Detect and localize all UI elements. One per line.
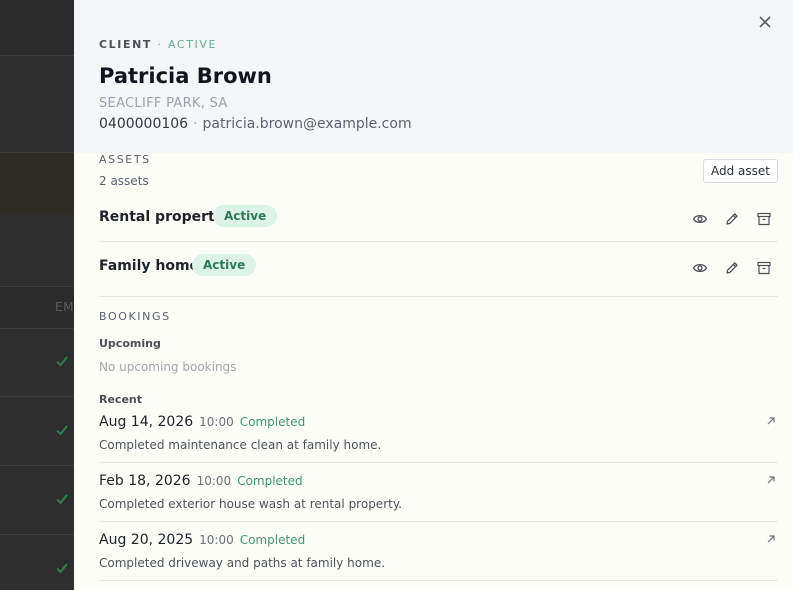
check-icon [56, 356, 68, 367]
upcoming-label: Upcoming [99, 337, 161, 350]
section-divider [99, 296, 778, 297]
asset-divider [99, 241, 778, 242]
background-band [0, 152, 74, 214]
check-icon [56, 425, 68, 436]
booking-datetime: Aug 14, 2026 10:00 Completed [99, 414, 305, 430]
client-location: SEACLIFF PARK, SA [99, 96, 228, 111]
check-icon [56, 494, 68, 505]
upcoming-empty-text: No upcoming bookings [99, 360, 237, 374]
booking-date: Aug 14, 2026 [99, 414, 194, 430]
booking-row[interactable]: Feb 18, 2026 10:00 Completed Completed ext… [99, 473, 778, 531]
eye-icon[interactable] [692, 260, 708, 276]
booking-datetime: Aug 20, 2025 10:00 Completed [99, 532, 305, 548]
booking-time: 10:00 [199, 415, 234, 429]
client-phone: 0400000106 [99, 116, 189, 132]
assets-count: 2 assets [99, 174, 149, 188]
booking-status: Completed [239, 415, 306, 429]
background-band [0, 0, 74, 55]
booking-status: Completed [237, 474, 303, 488]
booking-row[interactable]: Aug 14, 2026 10:00 Completed Completed mai… [99, 414, 778, 472]
booking-date: Feb 18, 2026 [99, 473, 191, 489]
background-column-label: EM [55, 300, 74, 314]
booking-time: 10:00 [199, 533, 234, 547]
booking-divider [99, 521, 778, 522]
client-name: Patricia Brown [99, 64, 272, 88]
asset-row: Rental property Active [99, 202, 778, 251]
booking-row[interactable]: Aug 20, 2025 10:00 Completed Completed dri… [99, 532, 778, 590]
background-band [0, 55, 74, 152]
client-contact: 0400000106 · patricia.brown@example.com [99, 116, 412, 132]
background-divider [0, 328, 74, 329]
background-band [0, 214, 74, 286]
background-divider [0, 534, 74, 535]
booking-divider [99, 580, 778, 581]
pencil-icon[interactable] [724, 260, 740, 276]
booking-datetime: Feb 18, 2026 10:00 Completed [99, 473, 303, 489]
assets-section-title: ASSETS [99, 153, 151, 166]
client-header: CLIENT · ACTIVE Patricia Brown SEACLIFF … [74, 0, 793, 153]
asset-row: Family home Active [99, 251, 778, 300]
archive-icon[interactable] [756, 211, 772, 227]
asset-name: Rental property [99, 209, 224, 225]
asset-name: Family home [99, 258, 200, 274]
add-asset-button[interactable]: Add asset [703, 159, 778, 183]
client-type-label: CLIENT [99, 38, 152, 51]
client-status-label: ACTIVE [167, 38, 218, 51]
pencil-icon[interactable] [724, 211, 740, 227]
recent-label: Recent [99, 393, 143, 406]
booking-description: Completed driveway and paths at family h… [99, 556, 386, 570]
background-app-overlay: EM [0, 0, 74, 590]
booking-divider [99, 462, 778, 463]
close-icon[interactable] [758, 15, 772, 29]
arrow-up-right-icon[interactable] [766, 475, 776, 485]
background-divider [0, 286, 74, 287]
asset-status-badge: Active [192, 254, 257, 276]
eyebrow-separator: · [157, 38, 163, 51]
booking-description: Completed exterior house wash at rental … [99, 497, 403, 511]
background-divider [0, 396, 74, 397]
asset-status-badge: Active [213, 205, 278, 227]
archive-icon[interactable] [756, 260, 772, 276]
contact-separator: · [193, 116, 198, 132]
background-divider [0, 465, 74, 466]
booking-date: Aug 20, 2025 [99, 532, 194, 548]
client-email: patricia.brown@example.com [202, 116, 412, 132]
booking-description: Completed maintenance clean at family ho… [99, 438, 382, 452]
booking-status: Completed [239, 533, 306, 547]
eye-icon[interactable] [692, 211, 708, 227]
bookings-section-title: BOOKINGS [99, 310, 171, 323]
arrow-up-right-icon[interactable] [766, 534, 776, 544]
background-divider [0, 55, 74, 56]
arrow-up-right-icon[interactable] [766, 416, 776, 426]
booking-time: 10:00 [196, 474, 232, 488]
check-icon [56, 563, 68, 574]
background-divider [0, 152, 74, 153]
client-drawer: CLIENT · ACTIVE Patricia Brown SEACLIFF … [74, 0, 793, 590]
client-eyebrow: CLIENT · ACTIVE [99, 38, 217, 51]
